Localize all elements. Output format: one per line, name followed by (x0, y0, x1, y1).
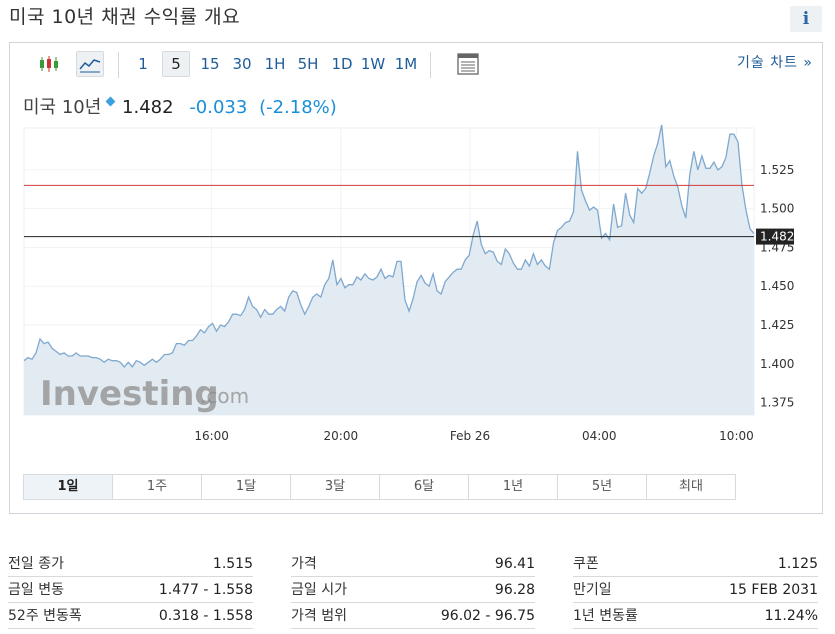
time-range-tabs: 1일 1주 1달 3달 6달 1년 5년 최대 (23, 474, 736, 500)
stat-label: 1년 변동률 (573, 608, 638, 624)
stat-label: 52주 변동폭 (8, 608, 82, 624)
stats-column-1: 전일 종가 1.515 금일 변동 1.477 - 1.558 52주 변동폭 0.318… (8, 551, 253, 629)
range-tab-4[interactable]: 6달 (380, 475, 469, 499)
y-tick-label: 1.425 (760, 318, 794, 332)
stat-value: 1.477 - 1.558 (158, 582, 253, 598)
investing-watermark-logo: Investing (40, 374, 219, 414)
stat-label: 만기일 (573, 582, 612, 598)
x-tick-label: 10:00 (719, 429, 754, 443)
y-tick-label: 1.525 (760, 163, 794, 177)
realtime-diamond-icon (105, 96, 116, 107)
stat-row: 만기일 15 FEB 2031 (573, 577, 818, 603)
stat-value: 96.28 (494, 582, 535, 598)
stat-value: 15 FEB 2031 (729, 582, 818, 598)
info-icon[interactable]: i (790, 6, 822, 32)
stat-label: 금일 변동 (8, 582, 64, 598)
stats-column-3: 쿠폰 1.125 만기일 15 FEB 2031 1년 변동률 11.24% (573, 551, 818, 629)
range-tab-2[interactable]: 1달 (202, 475, 291, 499)
range-tab-5[interactable]: 1년 (469, 475, 558, 499)
instrument-name: 미국 10년 (23, 97, 102, 118)
range-tab-7[interactable]: 최대 (647, 475, 735, 499)
x-tick-label: Feb 26 (450, 429, 490, 443)
stat-label: 금일 시가 (291, 582, 347, 598)
stat-row: 1년 변동률 11.24% (573, 603, 818, 629)
page-title: 미국 10년 채권 수익률 개요 (9, 6, 241, 28)
stat-row: 52주 변동폭 0.318 - 1.558 (8, 603, 253, 629)
price-change: -0.033 (189, 97, 248, 118)
stat-row: 금일 시가 96.28 (291, 577, 535, 603)
stat-row: 전일 종가 1.515 (8, 551, 253, 577)
investing-watermark-suffix: .com (200, 384, 249, 408)
stat-row: 쿠폰 1.125 (573, 551, 818, 577)
stat-value: 1.125 (777, 556, 818, 572)
range-tab-6[interactable]: 5년 (558, 475, 647, 499)
stat-label: 쿠폰 (573, 556, 599, 572)
x-tick-label: 16:00 (194, 429, 229, 443)
stats-column-2: 가격 96.41 금일 시가 96.28 가격 범위 96.02 - 96.75 (291, 551, 535, 629)
stat-value: 96.41 (494, 556, 535, 572)
stat-label: 가격 (291, 556, 317, 572)
x-tick-label: 20:00 (324, 429, 359, 443)
x-tick-label: 04:00 (582, 429, 617, 443)
range-tab-0[interactable]: 1일 (24, 475, 113, 499)
y-tick-label: 1.450 (760, 279, 794, 293)
current-price-label: 1.482 (760, 230, 794, 244)
stat-row: 금일 변동 1.477 - 1.558 (8, 577, 253, 603)
y-tick-label: 1.500 (760, 202, 794, 216)
y-tick-label: 1.375 (760, 396, 794, 410)
chart-widget: 1 5 15 30 1H 5H 1D 1W 1M 기술 차트 » 16:00 20:00 Feb 2… (9, 42, 823, 514)
y-tick-label: 1.400 (760, 357, 794, 371)
last-price: 1.482 (122, 97, 174, 118)
range-tab-1[interactable]: 1주 (113, 475, 202, 499)
stat-value: 96.02 - 96.75 (440, 608, 535, 624)
stat-value: 11.24% (764, 608, 818, 624)
stat-label: 가격 범위 (291, 608, 347, 624)
range-tab-3[interactable]: 3달 (291, 475, 380, 499)
stat-row: 가격 범위 96.02 - 96.75 (291, 603, 535, 629)
stat-label: 전일 종가 (8, 556, 64, 572)
stat-value: 1.515 (212, 556, 253, 572)
stat-value: 0.318 - 1.558 (158, 608, 253, 624)
quote-header: 미국 10년 1.482 -0.033 (-2.18%) (23, 93, 337, 119)
price-change-percent: (-2.18%) (259, 97, 337, 118)
stat-row: 가격 96.41 (291, 551, 535, 577)
